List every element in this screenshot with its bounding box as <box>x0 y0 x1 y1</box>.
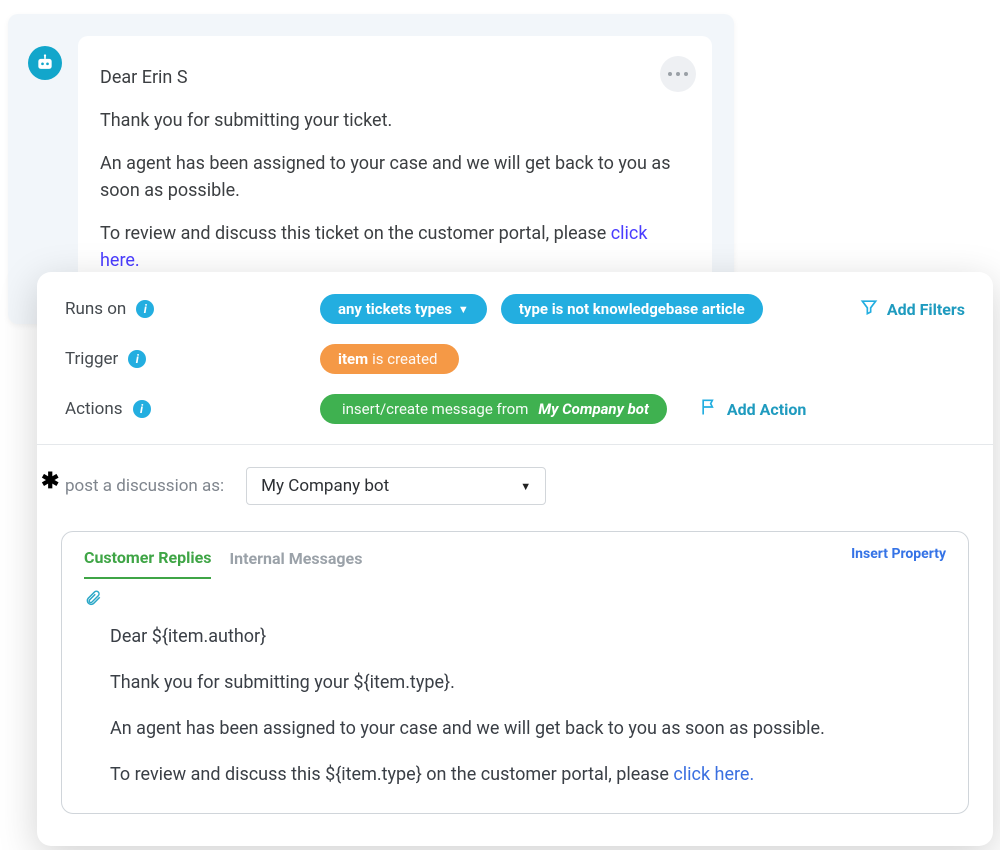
tab-internal-messages[interactable]: Internal Messages <box>229 549 362 578</box>
editor-body[interactable]: Dear ${item.author} Thank you for submit… <box>84 623 946 789</box>
pill-any-ticket-types[interactable]: any tickets types ▼ <box>320 294 487 324</box>
info-icon[interactable]: i <box>136 300 154 318</box>
more-horizontal-icon <box>666 72 690 76</box>
info-icon[interactable]: i <box>128 350 146 368</box>
post-as-label: post a discussion as: <box>65 476 224 496</box>
message-para-2: Thank you for submitting your ticket. <box>100 107 680 134</box>
pill-action-insert-message[interactable]: insert/create message from My Company bo… <box>320 394 667 424</box>
trigger-label: Trigger i <box>65 349 320 369</box>
runs-on-label: Runs on i <box>65 299 320 319</box>
add-filters-button[interactable]: Add Filters <box>859 297 965 321</box>
runs-on-row: Runs on i any tickets types ▼ type is no… <box>65 294 965 324</box>
editor-tabs: Customer Replies Internal Messages <box>84 548 946 579</box>
post-as-selected: My Company bot <box>261 476 389 496</box>
filter-icon <box>859 297 879 321</box>
pill-type-not-kb[interactable]: type is not knowledgebase article <box>501 294 763 324</box>
tab-customer-replies[interactable]: Customer Replies <box>84 548 211 579</box>
flag-icon <box>699 397 719 421</box>
editor-p1: Dear ${item.author} <box>110 623 946 651</box>
message-para-3: An agent has been assigned to your case … <box>100 150 680 204</box>
post-as-row: ✱ post a discussion as: My Company bot ▼ <box>65 467 965 505</box>
trigger-row: Trigger i item is created <box>65 344 965 374</box>
chevron-down-icon: ▼ <box>458 303 469 316</box>
attach-button[interactable] <box>84 589 102 611</box>
bot-avatar <box>28 46 62 80</box>
info-icon[interactable]: i <box>133 400 151 418</box>
message-editor: Customer Replies Internal Messages Inser… <box>61 531 969 814</box>
automation-panel: Runs on i any tickets types ▼ type is no… <box>37 272 993 846</box>
actions-row: Actions i insert/create message from My … <box>65 394 965 424</box>
editor-p2: Thank you for submitting your ${item.typ… <box>110 669 946 697</box>
add-action-button[interactable]: Add Action <box>699 397 806 421</box>
editor-click-here-link[interactable]: click here. <box>673 764 754 785</box>
robot-icon <box>35 53 55 73</box>
post-as-select[interactable]: My Company bot ▼ <box>246 467 546 505</box>
required-asterisk: ✱ <box>41 469 59 494</box>
editor-p3: An agent has been assigned to your case … <box>110 715 946 743</box>
divider <box>37 444 993 445</box>
more-options-button[interactable] <box>660 56 696 92</box>
actions-label: Actions i <box>65 399 320 419</box>
pill-trigger-item-created[interactable]: item is created <box>320 344 459 374</box>
editor-p4: To review and discuss this ${item.type} … <box>110 761 946 789</box>
paperclip-icon <box>84 589 102 607</box>
message-body: Dear Erin S Thank you for submitting you… <box>78 36 712 302</box>
insert-property-link[interactable]: Insert Property <box>851 546 946 562</box>
message-greeting: Dear Erin S <box>100 64 680 91</box>
chevron-down-icon: ▼ <box>520 480 531 493</box>
message-para-4: To review and discuss this ticket on the… <box>100 220 680 274</box>
